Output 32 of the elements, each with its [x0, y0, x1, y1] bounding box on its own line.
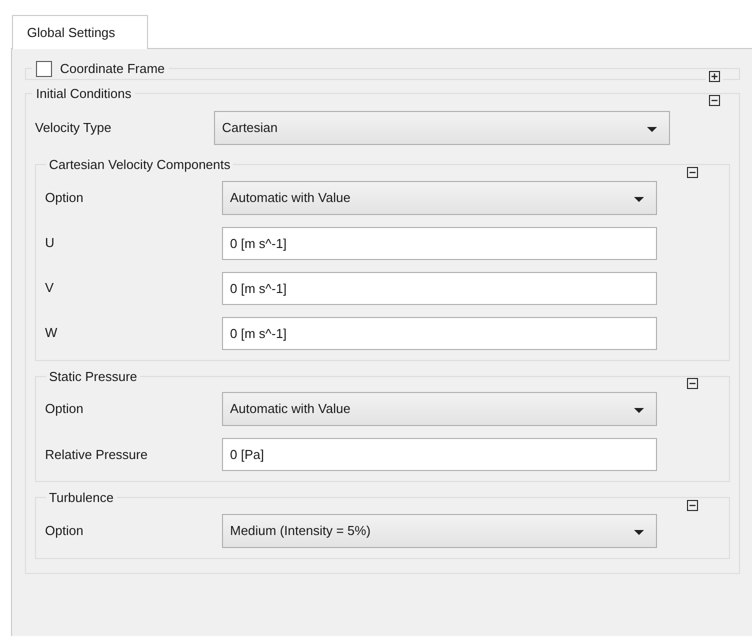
caret-icon: [647, 127, 657, 132]
dropdown[interactable]: Cartesian: [214, 111, 670, 145]
checkbox[interactable]: [36, 60, 52, 77]
collapse-icon[interactable]: [709, 95, 720, 106]
section-title: Initial Conditions: [35, 84, 132, 102]
caret-icon: [634, 530, 644, 534]
field-label: Relative Pressure: [44, 446, 149, 464]
input-field[interactable]: 0 [m s^-1]: [222, 226, 657, 260]
field-label: Velocity Type: [34, 119, 112, 138]
collapse-icon[interactable]: [687, 166, 698, 178]
collapse-icon[interactable]: [687, 378, 698, 389]
caret-icon: [634, 196, 644, 202]
section-title: Coordinate Frame: [60, 60, 165, 78]
group-title: Static Pressure: [48, 368, 138, 386]
dropdown[interactable]: Automatic with Value: [222, 180, 657, 214]
input-field[interactable]: 0 [Pa]: [222, 438, 657, 471]
caret-icon: [634, 408, 644, 413]
group-title: Turbulence: [48, 489, 115, 507]
dropdown[interactable]: Automatic with Value: [222, 392, 657, 426]
input-field[interactable]: 0 [m s^-1]: [222, 272, 657, 304]
group-title: Cartesian Velocity Components: [48, 156, 232, 174]
field-label: Option: [44, 522, 84, 540]
expand-icon[interactable]: [709, 70, 720, 82]
input-field[interactable]: 0 [m s^-1]: [222, 316, 657, 350]
dropdown[interactable]: Medium (Intensity = 5%): [222, 514, 657, 548]
field-label: U: [44, 234, 56, 252]
field-label: W: [44, 324, 58, 342]
collapse-icon[interactable]: [687, 500, 698, 510]
field-label: Option: [44, 188, 84, 207]
tab[interactable]: Global Settings: [12, 15, 148, 49]
field-label: Option: [44, 400, 84, 418]
field-label: V: [44, 279, 55, 298]
